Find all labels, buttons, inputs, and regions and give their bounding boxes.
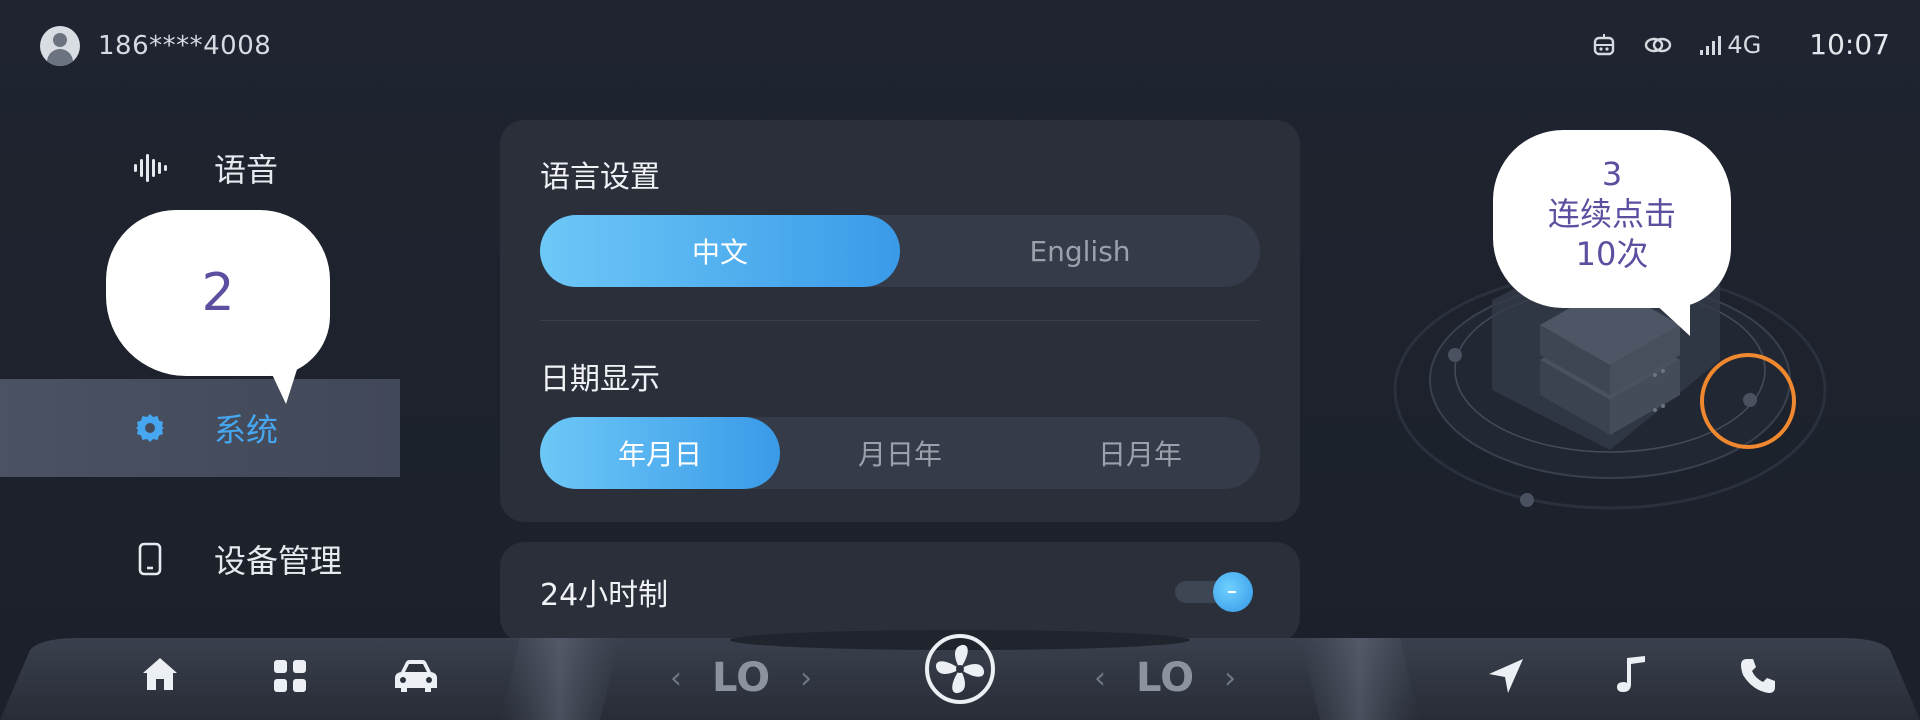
date-format-selector: 年月日 月日年 日月年: [540, 417, 1260, 489]
voice-wave-icon: [130, 148, 170, 188]
tap-count: 10次: [1575, 235, 1649, 273]
signal-icon: 4G: [1699, 31, 1761, 59]
date-option-ymd[interactable]: 年月日: [540, 417, 780, 489]
navigation-icon[interactable]: [1482, 652, 1530, 700]
network-type: 4G: [1727, 30, 1762, 59]
settings-card-language-date: 语言设置 中文 English 日期显示 年月日 月日年 日月年: [500, 120, 1300, 522]
date-display-title: 日期显示: [540, 362, 660, 397]
annotation-bubble-step-3: 3 连续点击 10次: [1493, 130, 1731, 308]
clock: 10:07: [1809, 28, 1890, 61]
right-temperature: LO: [1136, 655, 1195, 701]
apps-grid-icon[interactable]: [266, 652, 314, 700]
fan-icon[interactable]: [924, 633, 996, 705]
date-option-mdy[interactable]: 月日年: [780, 417, 1020, 489]
divider: [540, 320, 1260, 321]
date-option-dmy[interactable]: 日月年: [1020, 417, 1260, 489]
left-temperature-control: ‹ LO ›: [670, 655, 812, 701]
sidebar-item-voice[interactable]: 语音: [0, 119, 400, 217]
link-icon: [1643, 32, 1673, 58]
temp-down-right-icon[interactable]: ‹: [1094, 661, 1106, 696]
phone-device-icon: [130, 539, 170, 579]
sidebar-item-label: 语音: [214, 151, 279, 189]
music-icon[interactable]: [1608, 650, 1656, 698]
car-icon[interactable]: [392, 652, 440, 700]
tap-instruction: 连续点击: [1547, 195, 1676, 233]
settings-screen: 186****4008 4G 10:07 语音 系统 设备管理 2 语言设置 中…: [0, 0, 1920, 720]
language-settings-title: 语言设置: [540, 160, 660, 195]
left-temperature: LO: [712, 655, 771, 701]
robot-icon: [1591, 32, 1617, 58]
step-number: 2: [201, 263, 235, 323]
sidebar-item-device-management[interactable]: 设备管理: [0, 510, 400, 608]
status-bar: 186****4008 4G 10:07: [0, 0, 1920, 90]
right-temperature-control: ‹ LO ›: [1094, 655, 1236, 701]
gear-icon: [130, 408, 170, 448]
home-icon[interactable]: [136, 650, 184, 698]
easter-egg-tap-target[interactable]: [1700, 353, 1796, 449]
phone-call-icon[interactable]: [1734, 652, 1782, 700]
temp-up-left-icon[interactable]: ›: [800, 661, 812, 696]
sidebar-item-label: 设备管理: [214, 542, 343, 580]
temp-up-right-icon[interactable]: ›: [1224, 661, 1236, 696]
time-format-title: 24小时制: [540, 578, 669, 613]
language-option-english[interactable]: English: [900, 215, 1260, 287]
24-hour-toggle[interactable]: [1175, 572, 1255, 612]
bubble-tail: [248, 360, 300, 404]
status-icons: 4G 10:07: [1565, 28, 1890, 61]
phone-number: 186****4008: [98, 31, 272, 61]
user-account[interactable]: 186****4008: [40, 26, 271, 66]
language-option-chinese[interactable]: 中文: [540, 215, 900, 287]
step-number: 3: [1601, 155, 1623, 193]
language-selector: 中文 English: [540, 215, 1260, 287]
annotation-bubble-step-2: 2: [106, 210, 330, 376]
sidebar-item-label: 系统: [214, 411, 279, 449]
sidebar-item-system[interactable]: 系统: [0, 379, 400, 477]
avatar[interactable]: [40, 26, 80, 66]
bubble-tail: [1640, 290, 1690, 336]
temp-down-left-icon[interactable]: ‹: [670, 661, 682, 696]
